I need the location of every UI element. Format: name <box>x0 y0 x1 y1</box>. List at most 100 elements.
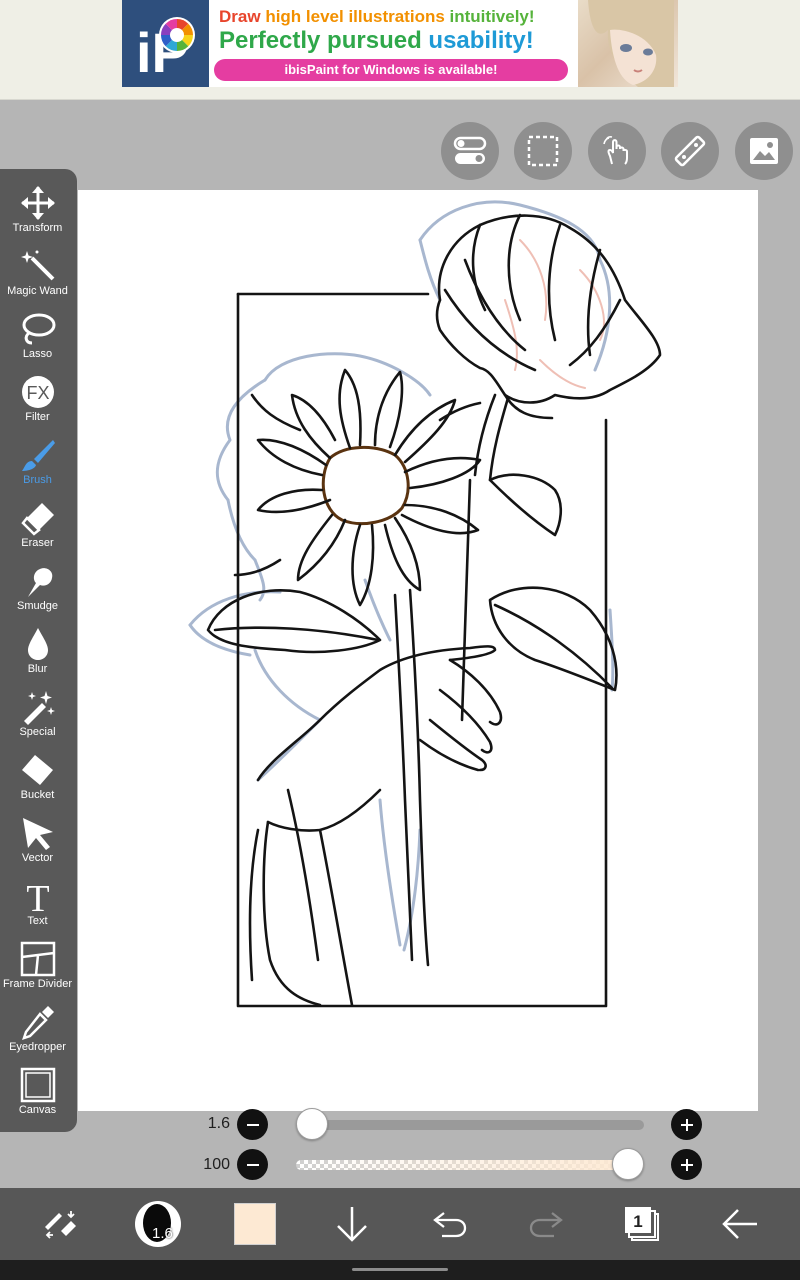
ad-word-usability: usability! <box>428 27 534 54</box>
brush-icon <box>21 440 55 471</box>
layers-icon: 1 <box>625 1207 659 1241</box>
tool-label: Eraser <box>21 537 54 549</box>
ruler-icon <box>674 135 706 167</box>
arrow-left-icon <box>722 1209 757 1239</box>
tool-label: Bucket <box>20 789 55 801</box>
reference-image-button[interactable] <box>735 122 793 180</box>
tool-text[interactable]: T Text <box>0 874 75 937</box>
tool-eyedropper[interactable]: Eyedropper <box>0 1000 75 1063</box>
canvas-icon <box>20 1067 55 1103</box>
toggle-button[interactable] <box>441 122 499 180</box>
lasso-icon <box>22 313 55 345</box>
tool-label: Transform <box>12 222 63 234</box>
tool-blur[interactable]: Blur <box>0 622 75 685</box>
filter-glyph: FX <box>26 383 49 403</box>
tool-label: Magic Wand <box>7 285 68 297</box>
tool-label: Frame Divider <box>2 978 73 990</box>
current-color-swatch <box>234 1203 276 1245</box>
layers-button[interactable]: 1 <box>612 1188 672 1260</box>
tool-label: Filter <box>25 411 50 423</box>
tool-label: Special <box>19 726 56 738</box>
text-icon: T <box>26 878 49 914</box>
frame-divider-icon <box>20 941 55 977</box>
image-reference-icon <box>750 138 778 164</box>
tool-frame-divider[interactable]: Frame Divider <box>0 937 75 1000</box>
swap-tool-button[interactable] <box>30 1188 90 1260</box>
tool-lasso[interactable]: Lasso <box>0 307 75 370</box>
tool-magic-wand[interactable]: Magic Wand <box>0 244 75 307</box>
opacity-slider-track[interactable] <box>296 1160 644 1170</box>
tool-vector[interactable]: Vector <box>0 811 75 874</box>
filter-icon: FX <box>21 376 54 408</box>
back-button[interactable] <box>710 1188 770 1260</box>
ad-bar: iP Draw high level illustrations intuiti… <box>0 0 800 100</box>
plus-icon <box>680 1158 693 1171</box>
artwork <box>188 200 662 1008</box>
ruler-button[interactable] <box>661 122 719 180</box>
brush-size-badge: 1.6 <box>152 1225 173 1242</box>
tool-label: Canvas <box>18 1104 57 1116</box>
special-icon <box>23 691 55 725</box>
drawing-canvas[interactable] <box>78 190 758 1111</box>
ad-cta-pill[interactable]: ibisPaint for Windows is available! <box>214 59 568 81</box>
opacity-slider-knob[interactable] <box>612 1148 644 1180</box>
ad-character-illustration <box>578 0 678 87</box>
ad-headline-1: Draw high level illustrations intuitivel… <box>219 7 535 27</box>
tool-label: Text <box>27 915 48 927</box>
minus-icon <box>246 1123 259 1126</box>
bucket-icon <box>21 755 53 785</box>
brush-size-value: 1.6 <box>207 1115 230 1132</box>
color-button[interactable] <box>225 1188 285 1260</box>
ad-banner[interactable]: iP Draw high level illustrations intuiti… <box>122 0 678 87</box>
tool-eraser[interactable]: Eraser <box>0 496 75 559</box>
tool-transform[interactable]: Transform <box>0 181 75 244</box>
undo-button[interactable] <box>420 1188 480 1260</box>
opacity-decrease-button[interactable] <box>237 1149 268 1180</box>
selection-icon <box>527 135 559 167</box>
hand-touch-button[interactable] <box>588 122 646 180</box>
size-slider-knob[interactable] <box>296 1108 328 1140</box>
eyedropper-icon <box>21 1006 54 1040</box>
tool-canvas[interactable]: Canvas <box>0 1063 75 1126</box>
minus-icon <box>246 1163 259 1166</box>
opacity-value: 100 <box>203 1156 230 1173</box>
magic-wand-icon <box>20 250 54 281</box>
smudge-icon <box>27 568 52 597</box>
tool-bucket[interactable]: Bucket <box>0 748 75 811</box>
size-slider-track[interactable] <box>296 1120 644 1130</box>
text-glyph: T <box>26 878 49 914</box>
tool-label: Smudge <box>17 600 58 612</box>
vector-icon <box>22 818 53 850</box>
redo-icon <box>529 1212 563 1238</box>
ad-word-intuitively: intuitively! <box>449 7 535 26</box>
opacity-increase-button[interactable] <box>671 1149 702 1180</box>
ad-word-draw: Draw <box>219 7 261 26</box>
tool-label: Eyedropper <box>9 1041 66 1053</box>
ad-headline-2: Perfectly pursued usability! <box>219 27 534 55</box>
undo-icon <box>433 1212 467 1238</box>
tool-special[interactable]: Special <box>0 685 75 748</box>
tool-label: Vector <box>21 852 54 864</box>
home-gesture-handle[interactable] <box>352 1268 448 1271</box>
selection-button[interactable] <box>514 122 572 180</box>
size-decrease-button[interactable] <box>237 1109 268 1140</box>
system-navigation-bar <box>0 1260 800 1280</box>
brush-preview-button[interactable]: 1.6 <box>128 1188 188 1260</box>
tool-smudge[interactable]: Smudge <box>0 559 75 622</box>
redo-button[interactable] <box>516 1188 576 1260</box>
layer-count: 1 <box>633 1212 642 1231</box>
arrow-down-icon <box>337 1207 367 1242</box>
tool-brush[interactable]: Brush <box>0 433 75 496</box>
tool-label: Blur <box>27 663 48 675</box>
tool-panel: Transform Magic Wand Lasso FX Filter Bru… <box>0 169 77 1132</box>
transform-icon <box>20 186 55 220</box>
size-increase-button[interactable] <box>671 1109 702 1140</box>
tool-label: Brush <box>23 474 52 486</box>
toggle-icon <box>453 136 487 164</box>
ad-word-illustrations: high level illustrations <box>265 7 445 26</box>
brush-eraser-swap-icon <box>45 1211 76 1239</box>
tool-filter[interactable]: FX Filter <box>0 370 75 433</box>
layer-down-button[interactable] <box>322 1188 382 1260</box>
plus-icon <box>680 1118 693 1131</box>
eraser-icon <box>20 503 54 536</box>
